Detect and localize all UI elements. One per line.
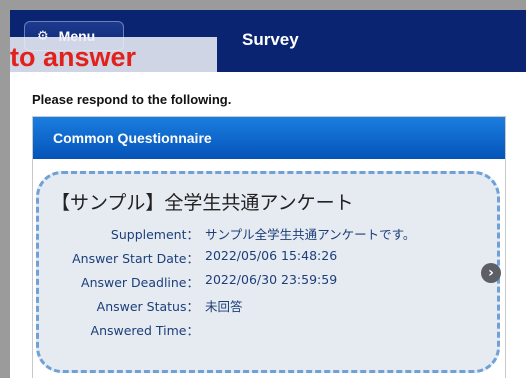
chevron-right-icon[interactable]: › bbox=[481, 263, 501, 283]
field-row-supplement: Supplement： サンプル全学生共通アンケートです。 bbox=[39, 224, 469, 246]
survey-title: 【サンプル】全学生共通アンケート bbox=[51, 192, 354, 214]
survey-card[interactable]: 【サンプル】全学生共通アンケート Supplement： サンプル全学生共通アン… bbox=[36, 171, 501, 373]
field-row-start-date: Answer Start Date： 2022/05/06 15:48:26 bbox=[39, 248, 469, 270]
field-value: 未回答 bbox=[205, 299, 243, 314]
field-label: Answer Status： bbox=[96, 299, 199, 314]
window-frame-left bbox=[0, 0, 10, 378]
page-title: Survey bbox=[242, 30, 299, 49]
field-value: サンプル全学生共通アンケートです。 bbox=[205, 227, 416, 242]
annotation-text: to answer bbox=[10, 42, 137, 72]
field-row-status: Answer Status： 未回答 bbox=[39, 296, 469, 318]
field-label: Supplement： bbox=[110, 227, 199, 242]
field-label: Answer Start Date： bbox=[72, 251, 199, 266]
field-value: 2022/06/30 23:59:59 bbox=[205, 272, 338, 287]
questionnaire-section: Common Questionnaire 【サンプル】全学生共通アンケート Su… bbox=[32, 116, 506, 378]
field-row-answered-time: Answered Time： bbox=[39, 320, 469, 342]
field-label: Answer Deadline： bbox=[81, 275, 199, 290]
window-frame-top bbox=[0, 0, 526, 10]
instruction-text: Please respond to the following. bbox=[32, 92, 232, 107]
main-content: Please respond to the following. Common … bbox=[10, 72, 526, 378]
section-header: Common Questionnaire bbox=[33, 117, 505, 159]
field-value: 2022/05/06 15:48:26 bbox=[205, 248, 338, 263]
app-header: ⚙ Menu Survey to answer bbox=[10, 10, 526, 80]
field-row-deadline: Answer Deadline： 2022/06/30 23:59:59 bbox=[39, 272, 469, 294]
field-label: Answered Time： bbox=[90, 323, 199, 338]
